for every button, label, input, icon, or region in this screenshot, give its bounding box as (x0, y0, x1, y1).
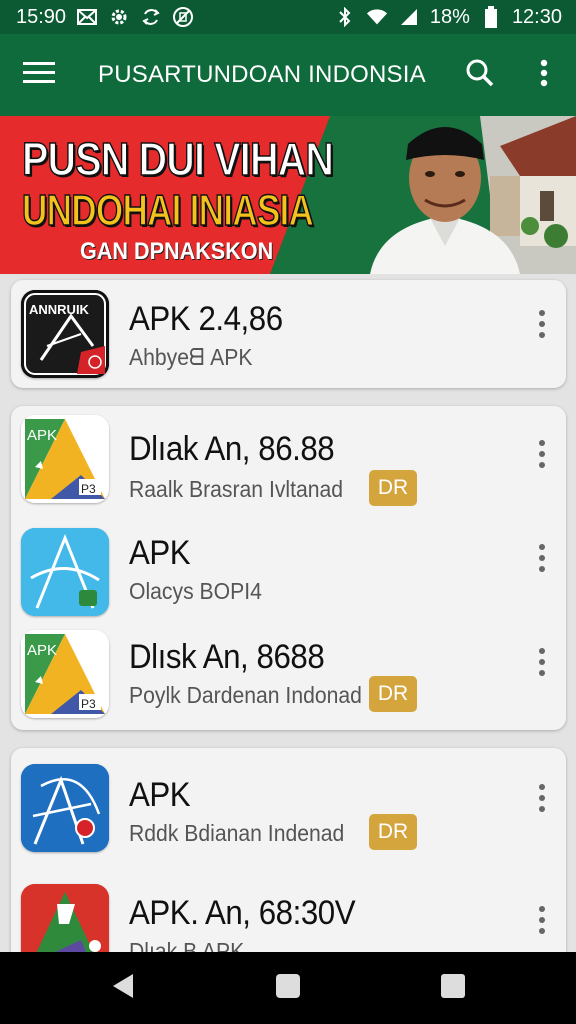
app-card: ANNRUIK APK 2.4,86 Ahbyeᗺ APK (11, 280, 566, 388)
wifi-icon (366, 6, 388, 28)
more-vert-icon (539, 310, 545, 316)
app-subtitle-text: Poylk Dardenan Indonad (129, 682, 362, 708)
app-title-text: Dlısk An, 8688 (129, 638, 325, 676)
item-more-button[interactable] (532, 642, 552, 682)
banner-subheadline: UNDOHAI INIASIA (21, 185, 314, 236)
app-icon: P3 APK (21, 630, 109, 718)
more-vert-icon (539, 544, 545, 550)
banner-headline: PUSN DUI VIHAN (21, 132, 334, 186)
app-icon-label: APK (27, 427, 58, 444)
recents-button[interactable] (413, 958, 493, 1018)
svg-text:P3: P3 (81, 482, 96, 496)
app-title-text: APK. An, 68:30V (129, 894, 356, 932)
app-icon-label: ANNRUIK (29, 302, 89, 317)
svg-text:P3: P3 (81, 697, 96, 711)
item-more-button[interactable] (532, 900, 552, 940)
item-more-button[interactable] (532, 538, 552, 578)
dr-badge: DR (369, 814, 417, 850)
list-item[interactable]: APK Olacys BOPI4 (11, 522, 566, 622)
status-clock: 12:30 (511, 5, 562, 28)
more-vert-icon (539, 648, 545, 654)
more-vert-icon (539, 784, 545, 790)
list-item[interactable]: P3 APK Dlısk An, 8688 Poylk Dardenan Ind… (11, 626, 566, 726)
dr-badge: DR (369, 470, 417, 506)
no-sim-icon (172, 6, 194, 28)
item-more-button[interactable] (532, 304, 552, 344)
recents-icon (440, 973, 466, 1004)
app-title: PUSARTUNDOAN INDONSIA (98, 61, 426, 88)
app-title-text: APK (129, 776, 191, 814)
app-icon (21, 528, 109, 616)
more-vert-icon (539, 906, 545, 912)
app-title-text: APK (129, 534, 191, 572)
menu-button[interactable] (0, 34, 78, 116)
app-bar: PUSARTUNDOAN INDONSIA (0, 34, 576, 116)
status-bar: 15:90 18% 12:30 (0, 0, 576, 34)
app-card: P3 APK Dlıak An, 86.88 Raalk Brasran Ivl… (11, 406, 566, 730)
list-item[interactable]: P3 APK Dlıak An, 86.88 Raalk Brasran Ivl… (11, 412, 566, 512)
back-button[interactable] (83, 958, 163, 1018)
system-nav-bar (0, 952, 576, 1024)
app-subtitle-text: Olacys BOPI4 (129, 578, 262, 604)
settings-icon (108, 6, 130, 28)
app-subtitle-text: Rddk Bdianan Indenad (129, 820, 345, 846)
battery-percent: 18% (429, 5, 470, 28)
list-item[interactable]: APK Rddk Bdianan Indenad DR (11, 758, 566, 858)
app-title-text: APK 2.4,86 (129, 300, 283, 338)
search-icon (466, 59, 494, 92)
app-icon-label: APK (27, 642, 58, 659)
banner-tagline: GAN DPNAKSKON (80, 238, 274, 265)
back-icon (109, 972, 137, 1005)
app-title-text: Dlıak An, 86.88 (129, 430, 335, 468)
item-more-button[interactable] (532, 434, 552, 474)
app-icon (21, 764, 109, 852)
more-vert-icon (539, 440, 545, 446)
app-icon: P3 APK (21, 415, 109, 503)
signal-icon (398, 6, 420, 28)
item-more-button[interactable] (532, 778, 552, 818)
sync-icon (140, 6, 162, 28)
battery-icon (480, 6, 502, 28)
status-time: 15:90 (16, 5, 67, 28)
mail-icon (76, 6, 98, 28)
home-button[interactable] (248, 958, 328, 1018)
more-vert-icon (540, 59, 548, 92)
menu-icon (23, 61, 55, 90)
bluetooth-icon (334, 6, 356, 28)
home-icon (275, 973, 301, 1004)
dr-badge: DR (369, 676, 417, 712)
promo-banner[interactable]: PUSN DUI VIHAN UNDOHAI INIASIA GAN DPNAK… (0, 116, 576, 274)
overflow-menu-button[interactable] (512, 34, 576, 116)
app-icon: ANNRUIK (21, 290, 109, 378)
app-subtitle-text: Ahbyeᗺ APK (129, 344, 253, 370)
app-subtitle-text: Raalk Brasran Ivltanad (129, 476, 344, 502)
list-item[interactable]: ANNRUIK APK 2.4,86 Ahbyeᗺ APK (11, 284, 566, 384)
search-button[interactable] (448, 34, 512, 116)
